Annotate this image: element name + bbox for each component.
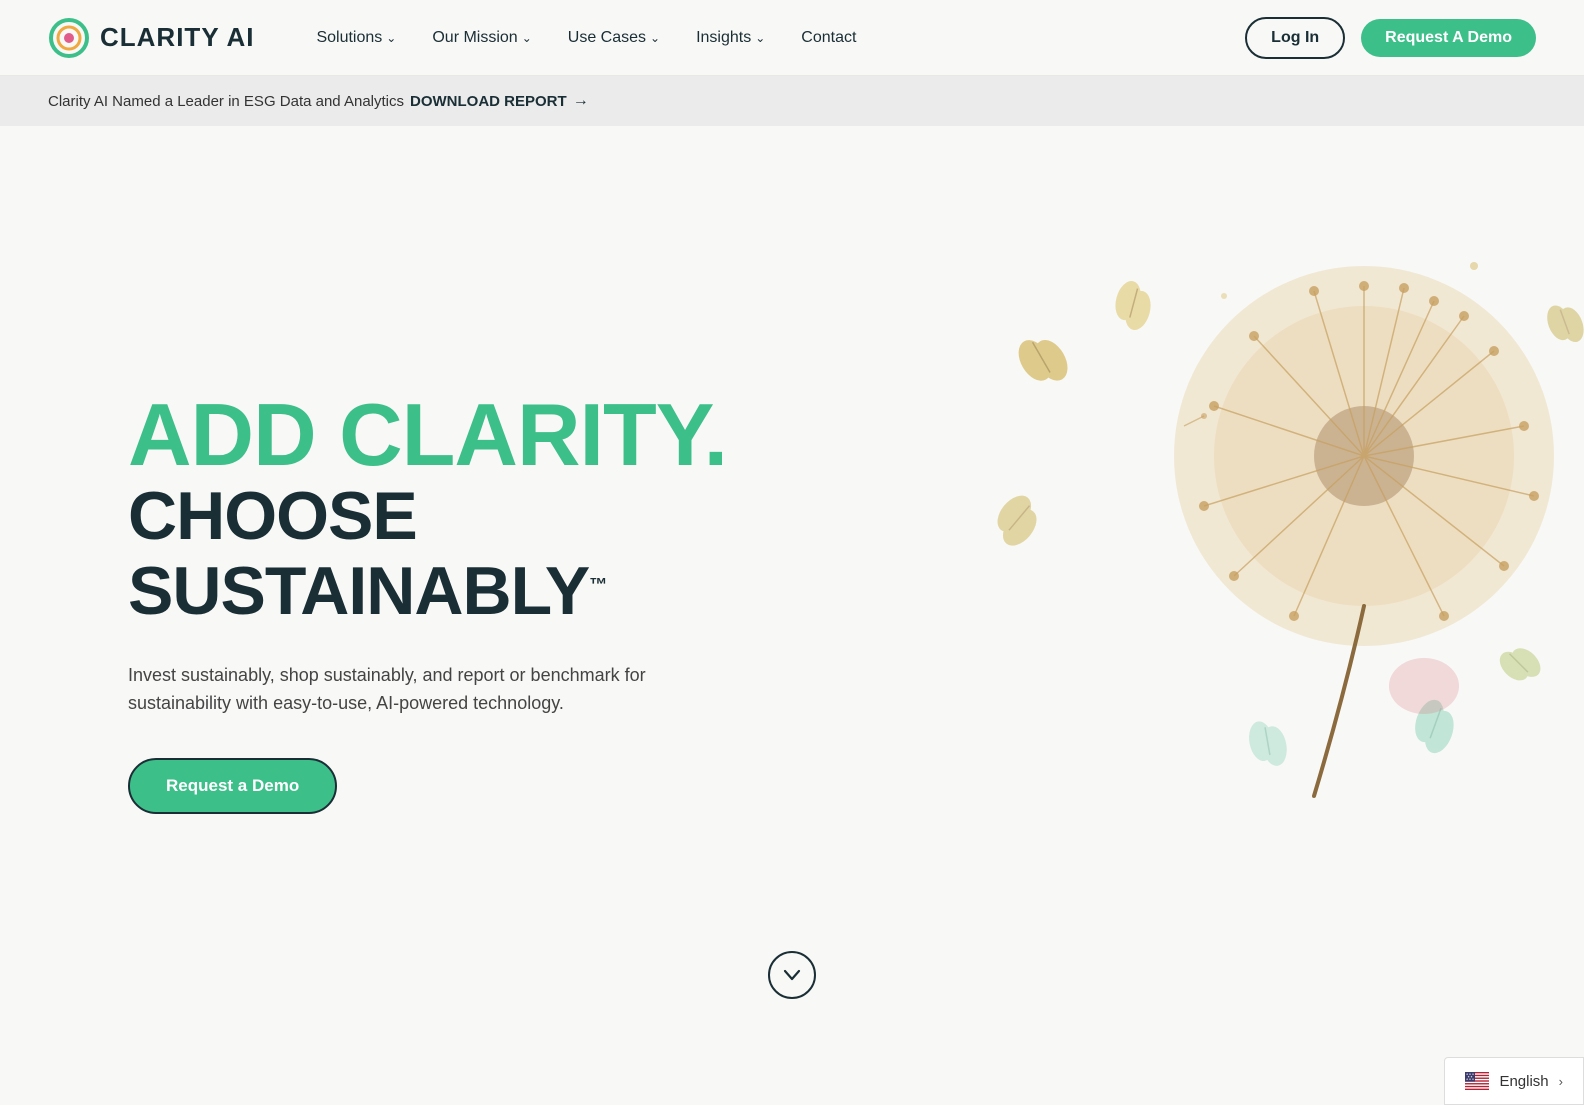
- logo-icon: [48, 17, 90, 59]
- hero-content: ADD CLARITY. CHOOSE SUSTAINABLY™ Invest …: [128, 351, 808, 814]
- nav-item-our-mission[interactable]: Our Mission ⌄: [418, 21, 545, 55]
- login-button[interactable]: Log In: [1245, 17, 1345, 59]
- hero-section: ADD CLARITY. CHOOSE SUSTAINABLY™ Invest …: [0, 126, 1584, 1039]
- nav-links: Solutions ⌄ Our Mission ⌄ Use Cases ⌄ In…: [302, 21, 1245, 55]
- chevron-down-icon: ⌄: [650, 31, 660, 45]
- hero-title-line1: ADD CLARITY.: [128, 391, 808, 479]
- nav-item-use-cases[interactable]: Use Cases ⌄: [554, 21, 674, 55]
- nav-item-insights[interactable]: Insights ⌄: [682, 21, 779, 55]
- announcement-text: Clarity AI Named a Leader in ESG Data an…: [48, 93, 404, 110]
- nav-item-solutions[interactable]: Solutions ⌄: [302, 21, 410, 55]
- logo-text: CLARITY AI: [100, 22, 254, 53]
- announcement-bar: Clarity AI Named a Leader in ESG Data an…: [0, 76, 1584, 126]
- nav-actions: Log In Request A Demo: [1245, 17, 1536, 59]
- chevron-down-icon: ⌄: [755, 31, 765, 45]
- hero-title-line2: CHOOSE SUSTAINABLY™: [128, 479, 808, 629]
- navbar: CLARITY AI Solutions ⌄ Our Mission ⌄ Use…: [0, 0, 1584, 76]
- chevron-right-icon: ›: [1559, 1074, 1563, 1089]
- logo-link[interactable]: CLARITY AI: [48, 17, 254, 59]
- hero-description: Invest sustainably, shop sustainably, an…: [128, 661, 648, 719]
- request-demo-hero-button[interactable]: Request a Demo: [128, 758, 337, 814]
- svg-text:★ ★ ★: ★ ★ ★: [1466, 1077, 1475, 1081]
- chevron-down-icon: ⌄: [522, 31, 532, 45]
- flag-icon: ★ ★ ★ ★ ★ ★ ★ ★: [1465, 1072, 1489, 1090]
- language-selector[interactable]: ★ ★ ★ ★ ★ ★ ★ ★ English ›: [1444, 1057, 1584, 1105]
- download-report-link[interactable]: DOWNLOAD REPORT →: [410, 92, 589, 110]
- arrow-icon: →: [573, 92, 589, 110]
- scroll-down-button[interactable]: [768, 951, 816, 999]
- hero-illustration: [844, 176, 1584, 856]
- chevron-down-icon: [781, 964, 803, 986]
- chevron-down-icon: ⌄: [386, 31, 396, 45]
- request-demo-nav-button[interactable]: Request A Demo: [1361, 19, 1536, 57]
- nav-item-contact[interactable]: Contact: [787, 21, 870, 55]
- language-label: English: [1499, 1073, 1548, 1090]
